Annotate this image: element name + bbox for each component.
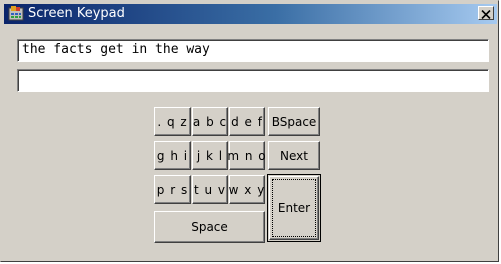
close-icon — [481, 4, 491, 23]
secondary-input-field[interactable] — [17, 69, 489, 92]
key-ghi[interactable]: g h i — [154, 141, 191, 170]
enter-key-label: Enter — [277, 201, 311, 215]
key-space[interactable]: Space — [154, 211, 265, 243]
key-bspace[interactable]: BSpace — [268, 107, 320, 136]
keypad-app-icon — [8, 6, 24, 22]
text-input-field[interactable]: the facts get in the way — [17, 39, 489, 62]
key-next[interactable]: Next — [268, 141, 320, 170]
title-bar[interactable]: Screen Keypad — [4, 4, 497, 24]
key-jkl[interactable]: j k l — [192, 141, 228, 170]
key-prs[interactable]: p r s — [154, 175, 191, 204]
key-abc[interactable]: a b c — [192, 107, 228, 136]
screen-keypad-window: Screen Keypad the facts get in the way .… — [0, 0, 499, 262]
key-tuv[interactable]: t u v — [192, 175, 228, 204]
key-qz[interactable]: . q z — [154, 107, 191, 136]
close-button[interactable] — [478, 6, 494, 20]
key-wxy[interactable]: w x y — [229, 175, 265, 204]
key-enter[interactable]: Enter — [267, 174, 321, 242]
key-def[interactable]: d e f — [229, 107, 265, 136]
key-mno[interactable]: m n o — [227, 141, 266, 170]
window-title: Screen Keypad — [28, 6, 125, 21]
